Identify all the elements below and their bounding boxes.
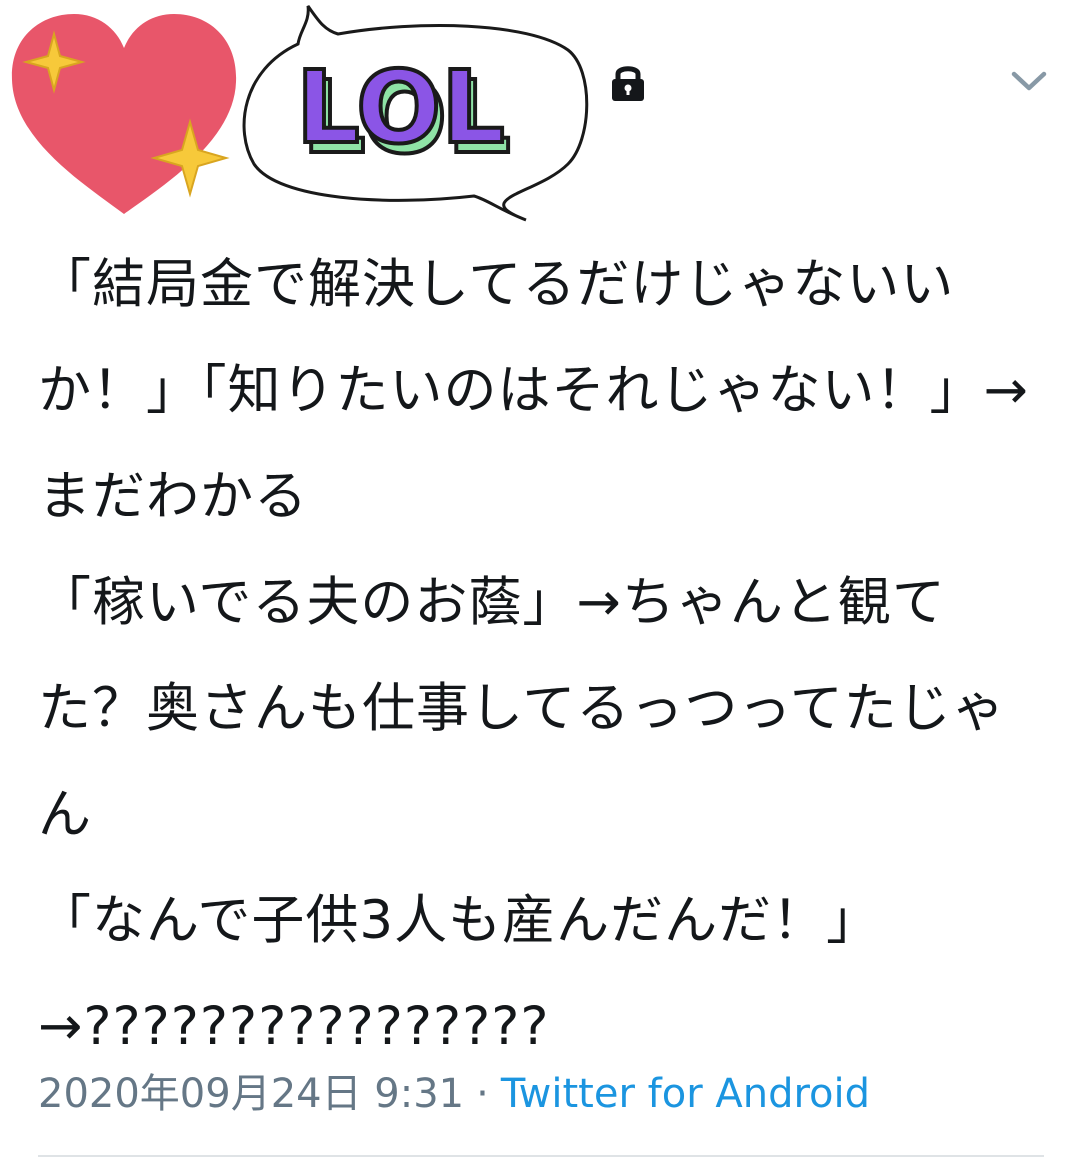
lol-speech-bubble-sticker: LOL LOL [242,5,589,222]
chevron-down-icon[interactable] [1008,64,1050,98]
meta-separator: · [476,1071,489,1117]
divider [38,1155,1044,1157]
tweet-text: 「結局金で解決してるだけじゃないいか！」「知りたいのはそれじゃない！」→まだわか… [38,254,1029,1057]
sparkling-heart-sticker [11,14,237,214]
lock-icon [612,66,644,101]
tweet-meta: 2020年09月24日 9:31 · Twitter for Android [38,1064,870,1124]
tweet-timestamp[interactable]: 2020年09月24日 9:31 [38,1071,464,1117]
tweet-source-link[interactable]: Twitter for Android [501,1071,870,1117]
lol-text: LOL [296,49,505,166]
